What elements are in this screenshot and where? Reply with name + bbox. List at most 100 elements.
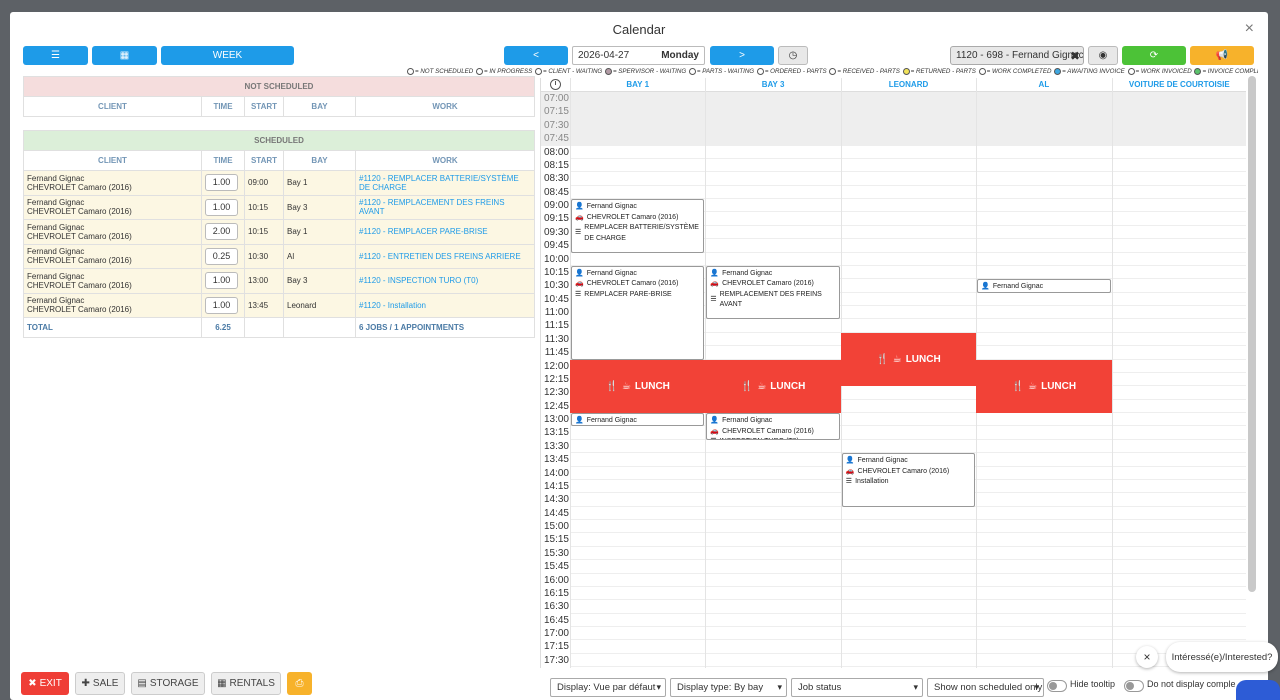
calendar-column-header[interactable]: VOITURE DE COURTOISIE — [1112, 78, 1246, 92]
time-slot[interactable] — [570, 159, 1246, 173]
time-slot[interactable] — [570, 533, 1246, 547]
event-vehicle-name: CHEVROLET Camaro (2016) — [586, 280, 679, 288]
view-toggle-button[interactable]: ◉ — [1088, 46, 1118, 65]
do-not-display-toggle[interactable] — [1124, 680, 1144, 692]
time-slot[interactable] — [570, 253, 1246, 266]
work-link[interactable]: #1120 - REMPLACER PARE-BRISE — [355, 219, 535, 245]
time-input[interactable]: 1.00 — [205, 272, 238, 290]
start-cell: 10:15 — [244, 219, 284, 245]
calendar-event[interactable]: 👤Fernand Gignac🚗CHEVROLET Camaro (2016)☰… — [571, 265, 705, 360]
time-slot[interactable] — [570, 172, 1246, 186]
list-view-button[interactable]: ☰ — [23, 46, 88, 65]
storage-button[interactable]: ▤ STORAGE — [131, 672, 205, 695]
time-input[interactable]: 1.00 — [205, 198, 238, 216]
time-slot[interactable] — [570, 627, 1246, 641]
close-icon[interactable]: × — [1245, 20, 1254, 38]
calendar-event[interactable]: 👤Fernand Gignac🚗CHEVROLET Camaro (2016)☰… — [571, 199, 705, 253]
event-client: 👤 Fernand Gignac — [710, 416, 835, 427]
time-input[interactable]: 2.00 — [205, 223, 238, 241]
time-slot-label: 15:45 — [543, 561, 569, 573]
work-link[interactable]: #1120 - Installation — [355, 292, 535, 318]
time-slot[interactable] — [570, 600, 1246, 614]
time-slot[interactable] — [570, 520, 1246, 534]
calendar-column-header[interactable]: AL — [976, 78, 1111, 92]
coffee-icon: ☕ — [757, 380, 767, 392]
announce-button[interactable]: 📢 — [1190, 46, 1254, 65]
calendar-event[interactable]: 👤Fernand Gignac🚗CHEVROLET Camaro (2016)☰… — [706, 413, 840, 440]
calendar-column-header[interactable]: LEONARD — [841, 78, 976, 92]
display-type-select[interactable]: Display type: By bay — [670, 678, 787, 697]
print-button[interactable]: ⎙ — [287, 672, 312, 695]
work-link[interactable]: #1120 - REMPLACER BATTERIE/SYSTÈME DE CH… — [355, 170, 535, 196]
exit-button[interactable]: ✖ EXIT — [21, 672, 69, 695]
job-status-select[interactable]: Job status — [791, 678, 923, 697]
clear-client-icon[interactable]: ✖ — [1070, 49, 1080, 63]
exit-label: EXIT — [39, 678, 62, 689]
lunch-block: 🍴 ☕ LUNCH — [976, 359, 1112, 414]
time-input[interactable]: 1.00 — [205, 174, 238, 192]
user-icon: 👤 — [845, 457, 855, 465]
show-non-scheduled-select[interactable]: Show non scheduled only — [927, 678, 1044, 697]
legend-label: = ORDERED - PARTS — [764, 68, 829, 76]
time-slot[interactable] — [570, 146, 1246, 159]
calendar-view-button[interactable]: ▦ — [92, 46, 157, 65]
calendar-event[interactable]: 👤 Fernand Gignac — [571, 413, 705, 427]
refresh-button[interactable]: ⟳ — [1122, 46, 1186, 65]
time-slot[interactable] — [570, 132, 1246, 146]
time-slot[interactable] — [570, 574, 1246, 587]
chat-bubble[interactable]: Intéressé(e)/Interested? — [1166, 642, 1278, 672]
work-link[interactable]: #1120 - REMPLACEMENT DES FREINS AVANT — [355, 194, 535, 220]
calendar-column-header[interactable]: BAY 3 — [705, 78, 840, 92]
time-slot[interactable] — [570, 547, 1246, 561]
event-vehicle: 🚗 CHEVROLET Camaro (2016) — [710, 279, 835, 290]
calendar-scrollbar[interactable] — [1248, 76, 1256, 592]
time-slot-label: 17:00 — [543, 628, 569, 639]
time-input[interactable]: 1.00 — [205, 296, 238, 314]
event-client: 👤 Fernand Gignac — [981, 282, 1106, 291]
sale-button[interactable]: ✚ SALE — [75, 672, 125, 695]
display-select[interactable]: Display: Vue par défaut — [550, 678, 666, 697]
time-slot[interactable] — [570, 507, 1246, 520]
legend-label: = PARTS - WAITING — [696, 68, 756, 76]
date-picker[interactable]: 2026-04-27 Monday — [572, 46, 705, 65]
time-slot[interactable] — [570, 118, 1246, 133]
col-client: CLIENT — [23, 96, 202, 117]
clock-icon — [550, 79, 561, 90]
time-slot-label: 17:30 — [543, 654, 569, 666]
time-slot[interactable] — [570, 105, 1246, 119]
time-slot[interactable] — [570, 426, 1246, 440]
time-slot-label: 16:15 — [543, 587, 569, 599]
next-day-button[interactable]: > — [710, 46, 774, 65]
time-slot[interactable] — [570, 186, 1246, 199]
work-link[interactable]: #1120 - ENTRETIEN DES FREINS ARRIERE — [355, 243, 535, 269]
client-filter-select[interactable]: 1120 - 698 - Fernand Gignac ✖ — [950, 46, 1084, 65]
table-row: Fernand Gignac CHEVROLET Camaro (2016) 1.0… — [23, 268, 535, 294]
prev-day-button[interactable]: < — [504, 46, 568, 65]
time-slot[interactable] — [570, 440, 1246, 454]
time-slot[interactable] — [570, 560, 1246, 574]
time-slot[interactable] — [570, 614, 1246, 627]
work-link[interactable]: #1120 - INSPECTION TURO (T0) — [355, 268, 535, 294]
week-button[interactable]: WEEK — [161, 46, 294, 65]
calendar-event[interactable]: 👤Fernand Gignac🚗CHEVROLET Camaro (2016)☰… — [706, 265, 840, 320]
client-cell: Fernand Gignac CHEVROLET Camaro (2016) — [23, 194, 202, 220]
bullhorn-icon: 📢 — [1215, 50, 1229, 61]
total-row: TOTAL 6.25 6 JOBS / 1 APPOINTMENTS — [23, 317, 535, 338]
chat-launcher-button[interactable] — [1236, 680, 1280, 700]
rentals-button[interactable]: ▦ RENTALS — [211, 672, 281, 695]
calendar-event[interactable]: 👤 Fernand Gignac — [977, 279, 1111, 293]
time-slot[interactable] — [570, 587, 1246, 601]
time-slot[interactable] — [570, 92, 1246, 106]
user-icon: 👤 — [981, 283, 990, 291]
time-slot-label: 07:45 — [541, 132, 570, 146]
calendar-column-header[interactable]: BAY 1 — [570, 78, 705, 92]
legend-label: = INVOICE COMPLETED — [1202, 68, 1258, 76]
time-input[interactable]: 0.25 — [205, 247, 238, 265]
list-icon: ☰ — [575, 290, 582, 298]
hide-tooltip-toggle[interactable] — [1047, 680, 1067, 692]
calendar-event[interactable]: 👤Fernand Gignac🚗CHEVROLET Camaro (2016)☰… — [841, 453, 976, 507]
time-cell: 1.00 — [201, 292, 245, 318]
today-button[interactable]: ◷ — [778, 46, 808, 65]
table-row: Fernand Gignac CHEVROLET Camaro (2016) 0.2… — [23, 243, 535, 269]
chat-close-icon[interactable]: × — [1136, 646, 1158, 668]
